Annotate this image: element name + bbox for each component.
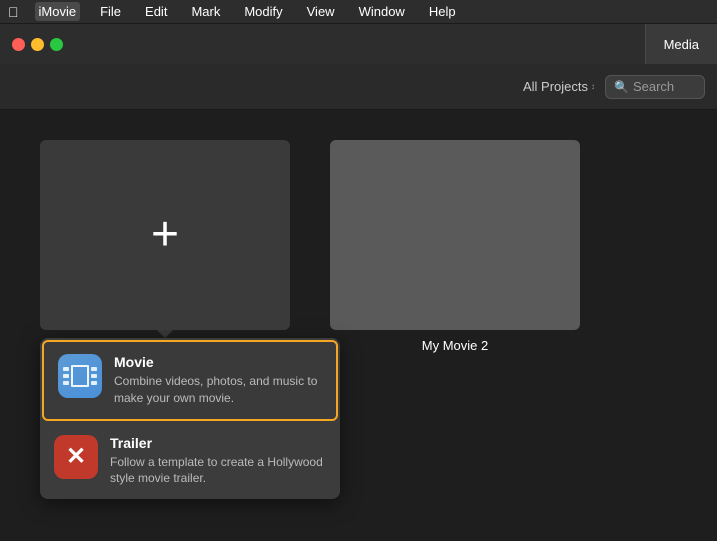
project-type-dropdown: Movie Combine videos, photos, and music …: [40, 338, 340, 499]
trailer-x-icon: ✕: [66, 442, 86, 471]
movie-icon: [58, 354, 102, 398]
menu-edit[interactable]: Edit: [141, 2, 171, 21]
search-box[interactable]: 🔍 Search: [605, 75, 705, 99]
trailer-icon: ✕: [54, 435, 98, 479]
trailer-option-desc: Follow a template to create a Hollywood …: [110, 454, 326, 488]
menu-imovie[interactable]: iMovie: [35, 2, 81, 21]
minimize-button[interactable]: [31, 38, 44, 51]
close-button[interactable]: [12, 38, 25, 51]
my-movie-2-title: My Movie 2: [422, 338, 488, 353]
trailer-option-text: Trailer Follow a template to create a Ho…: [110, 435, 326, 488]
menu-modify[interactable]: Modify: [240, 2, 286, 21]
all-projects-label[interactable]: All Projects ↕: [523, 79, 595, 94]
new-project-button[interactable]: +: [40, 140, 290, 330]
media-button[interactable]: Media: [645, 24, 717, 64]
toolbar: All Projects ↕ 🔍 Search: [0, 64, 717, 110]
sort-arrows-icon: ↕: [591, 83, 595, 91]
movie-option-text: Movie Combine videos, photos, and music …: [114, 354, 322, 407]
menu-file[interactable]: File: [96, 2, 125, 21]
trailer-option-title: Trailer: [110, 435, 326, 451]
trailer-option[interactable]: ✕ Trailer Follow a template to create a …: [40, 423, 340, 500]
search-label: Search: [633, 79, 674, 94]
movie-option-title: Movie: [114, 354, 322, 370]
traffic-lights: [12, 38, 63, 51]
dropdown-arrow: [157, 330, 173, 338]
main-content: +: [0, 110, 717, 541]
movie-option-desc: Combine videos, photos, and music to mak…: [114, 373, 322, 407]
movie-option[interactable]: Movie Combine videos, photos, and music …: [42, 340, 338, 421]
menu-help[interactable]: Help: [425, 2, 460, 21]
maximize-button[interactable]: [50, 38, 63, 51]
menu-mark[interactable]: Mark: [187, 2, 224, 21]
menu-view[interactable]: View: [303, 2, 339, 21]
menu-bar:  iMovie File Edit Mark Modify View Wind…: [0, 0, 717, 24]
new-project-card: +: [40, 140, 290, 499]
plus-icon: +: [151, 211, 179, 259]
all-projects-text: All Projects: [523, 79, 588, 94]
my-movie-2-card[interactable]: My Movie 2: [330, 140, 580, 353]
my-movie-2-thumbnail: [330, 140, 580, 330]
menu-window[interactable]: Window: [355, 2, 409, 21]
apple-menu[interactable]: : [8, 4, 19, 20]
title-bar: Media: [0, 24, 717, 64]
search-icon: 🔍: [614, 80, 629, 94]
